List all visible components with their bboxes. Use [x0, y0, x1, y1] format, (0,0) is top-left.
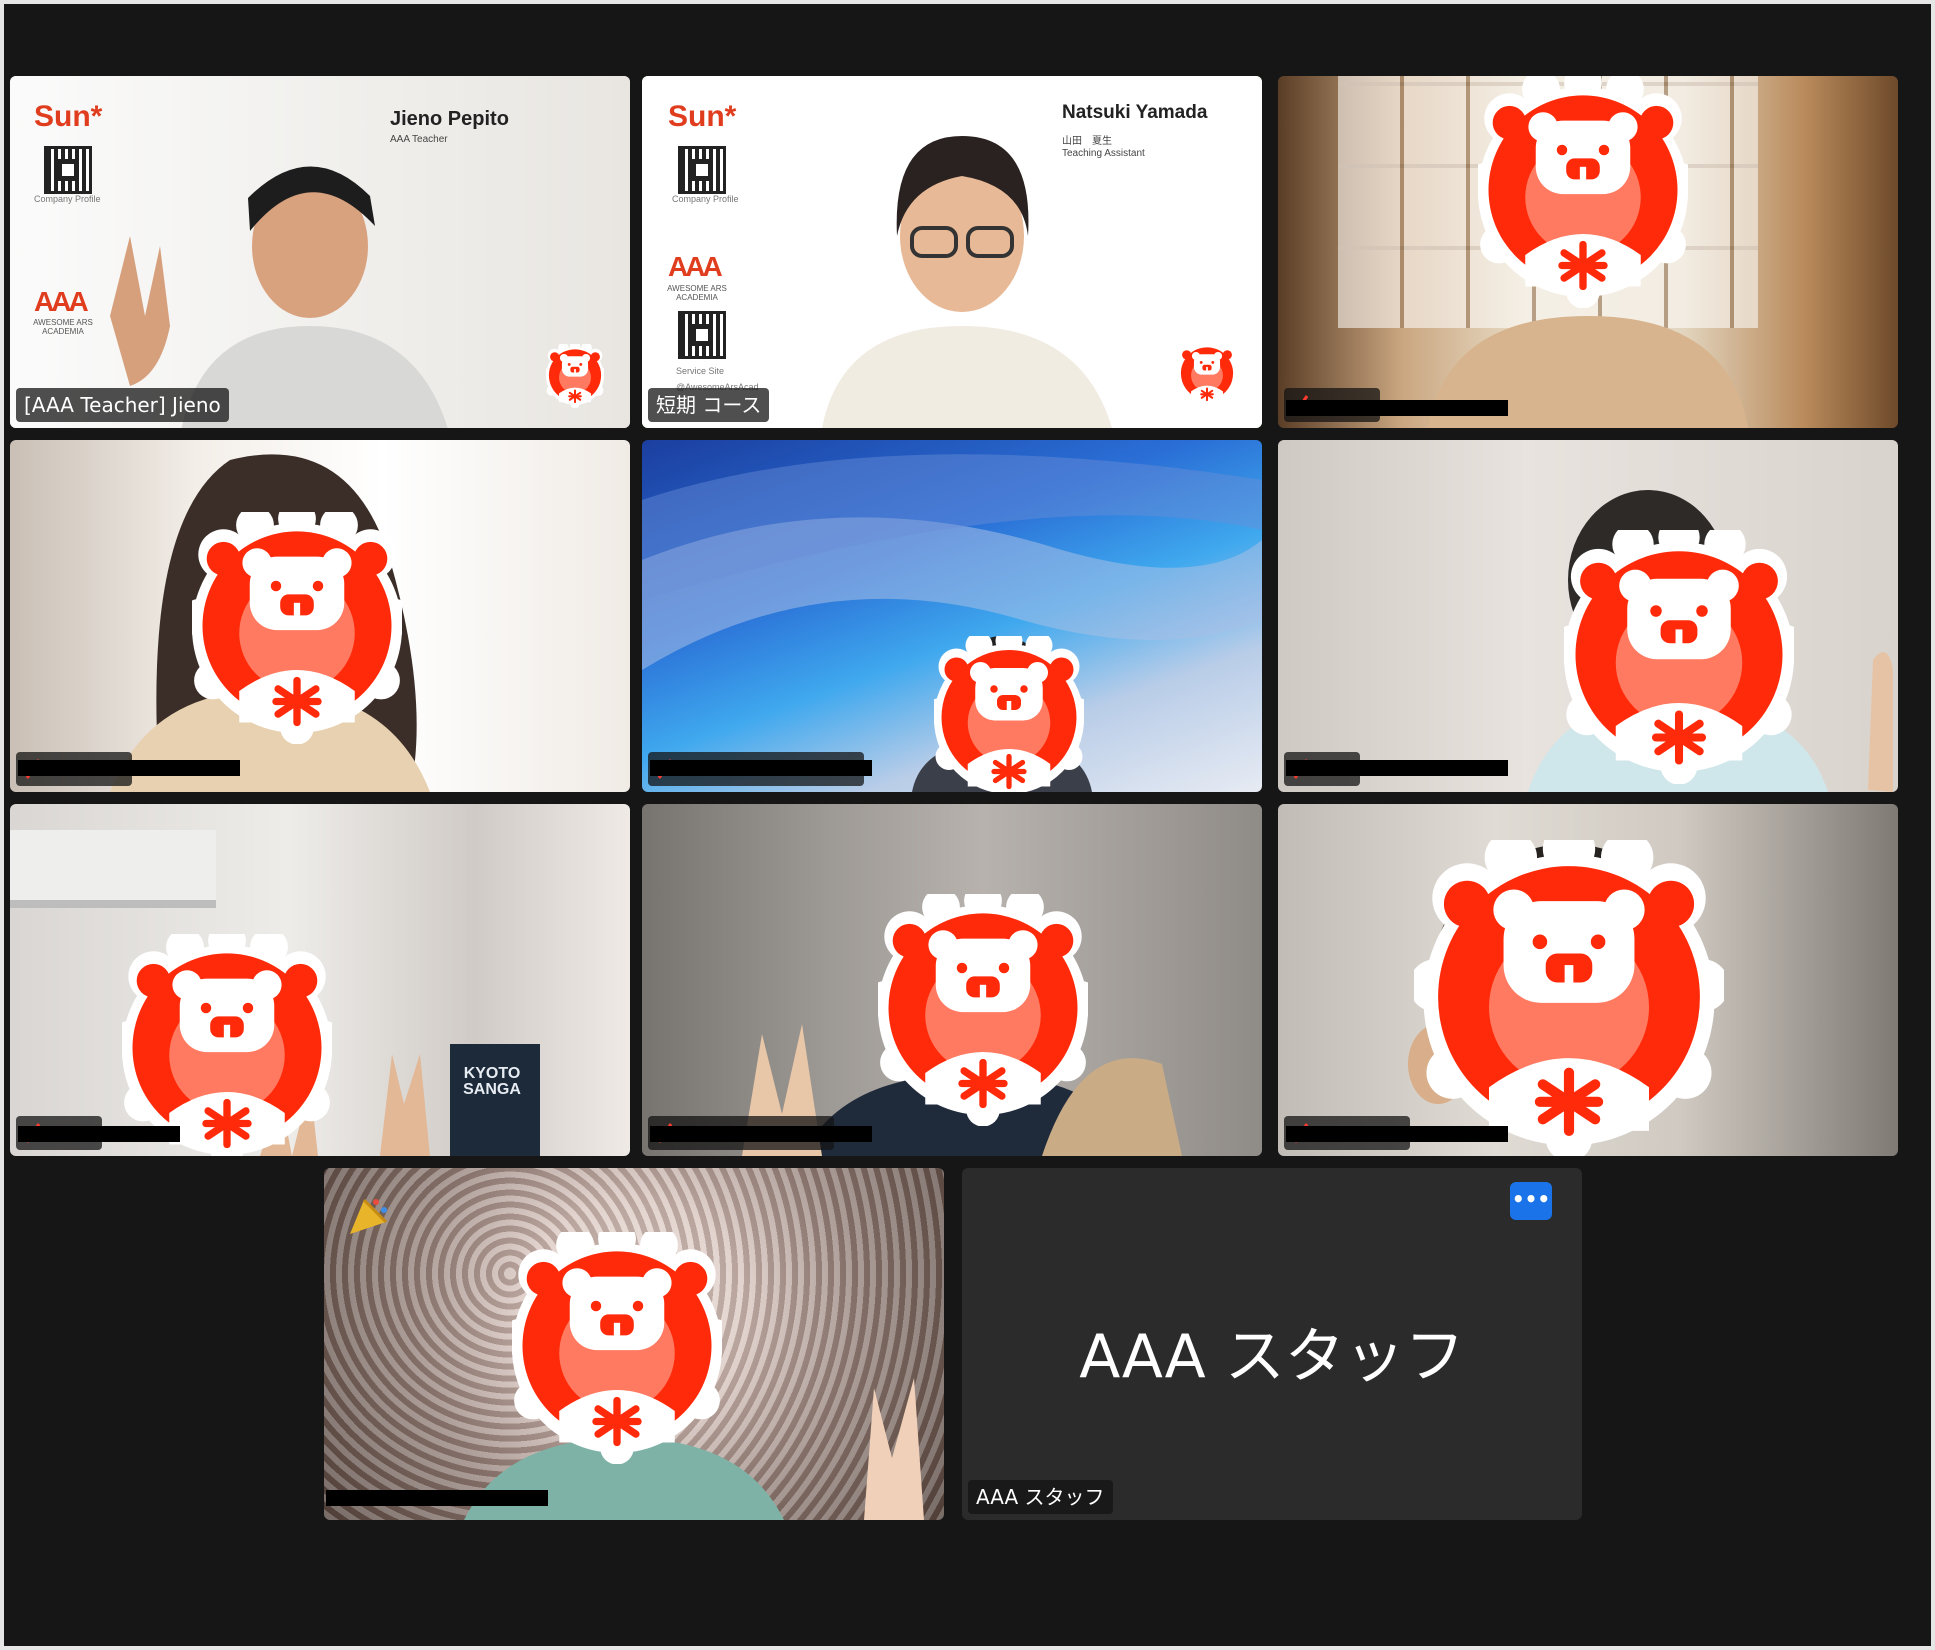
face-cover-mascot-icon — [934, 636, 1084, 792]
redacted-name — [1286, 760, 1508, 776]
video-tile[interactable] — [1278, 76, 1898, 428]
qr-code-icon — [678, 311, 726, 359]
company-profile-label: Company Profile — [672, 194, 739, 204]
face-cover-mascot-icon — [1414, 840, 1724, 1156]
face-cover-mascot-icon — [122, 934, 332, 1156]
participant-name-tag: [AAA Teacher] Jieno — [16, 388, 229, 422]
air-conditioner — [10, 830, 216, 908]
redacted-name — [326, 1490, 548, 1506]
face-cover-mascot-icon — [1478, 76, 1688, 308]
mascot-logo-icon — [546, 344, 604, 408]
participant-name: [AAA Teacher] Jieno — [24, 393, 221, 417]
participant-name: 短期 コース — [656, 393, 762, 417]
face-cover-mascot-icon — [512, 1232, 722, 1464]
participant-video — [110, 166, 448, 428]
mascot-logo-icon — [1178, 342, 1236, 406]
face-cover-mascot-icon — [1564, 530, 1794, 784]
participant-name-tag: AAA スタッフ — [968, 1480, 1113, 1514]
video-tile[interactable] — [1278, 804, 1898, 1156]
brand-logo: Sun* — [34, 100, 103, 133]
party-popper-icon — [350, 1198, 388, 1234]
person-name: Jieno Pepito — [390, 108, 509, 130]
qr-code-icon — [44, 146, 92, 194]
video-tile[interactable] — [642, 804, 1262, 1156]
redacted-name — [650, 1126, 872, 1142]
participant-display-name: AAA スタッフ — [1079, 1322, 1465, 1392]
video-tile-teacher[interactable]: Sun* Company Profile AAA AWESOME ARS ACA… — [10, 76, 630, 428]
video-tile[interactable] — [324, 1168, 944, 1520]
video-tile[interactable] — [1278, 440, 1898, 792]
org-logo: AAA — [34, 286, 89, 317]
redacted-name — [650, 760, 872, 776]
more-options-button[interactable]: ••• — [1510, 1182, 1552, 1220]
redacted-name — [18, 1126, 180, 1142]
org-name: AWESOME ARS ACADEMIA — [667, 284, 727, 302]
video-tile-assistant[interactable]: Sun* Company Profile AAA AWESOME ARS ACA… — [642, 76, 1262, 428]
participant-video — [822, 136, 1112, 428]
org-name: AWESOME ARS ACADEMIA — [33, 318, 93, 336]
qr-code-icon — [678, 146, 726, 194]
video-tile-staff[interactable]: ••• AAA スタッフ AAA スタッフ — [962, 1168, 1582, 1520]
redacted-name — [1286, 1126, 1508, 1142]
redacted-name — [1286, 400, 1508, 416]
brand-logo: Sun* — [668, 100, 737, 133]
face-cover-mascot-icon — [878, 894, 1088, 1126]
face-cover-mascot-icon — [192, 512, 402, 744]
video-tile[interactable] — [642, 440, 1262, 792]
zoom-gallery-window: Sun* Company Profile AAA AWESOME ARS ACA… — [0, 0, 1935, 1650]
org-logo: AAA — [668, 251, 723, 282]
participant-name: AAA スタッフ — [976, 1485, 1105, 1509]
redacted-name — [18, 760, 240, 776]
video-tile[interactable]: KYOTO SANGA — [10, 804, 630, 1156]
video-tile[interactable] — [10, 440, 630, 792]
service-site-label: Service Site — [676, 366, 725, 376]
participant-name-tag: 短期 コース — [648, 388, 770, 422]
kyoto-sanga-sign: KYOTO SANGA — [463, 1065, 521, 1098]
